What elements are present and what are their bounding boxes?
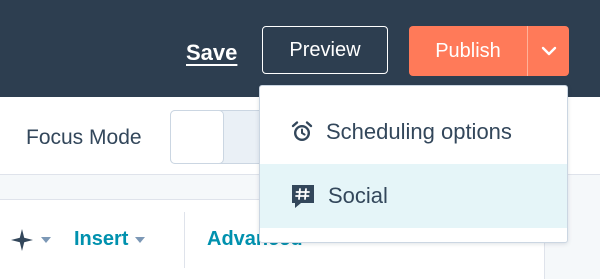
sparkle-icon [10,228,34,252]
hashtag-chat-icon [290,183,316,209]
menu-item-scheduling-options[interactable]: Scheduling options [260,100,567,164]
publish-options-dropdown-button[interactable] [528,26,569,76]
chevron-down-icon [541,46,557,56]
toggle-knob [170,110,224,164]
alarm-clock-icon [290,120,314,144]
ai-assist-button[interactable] [10,228,52,252]
focus-mode-label: Focus Mode [26,126,142,149]
preview-button[interactable]: Preview [262,26,388,74]
menu-item-label: Social [328,183,388,208]
toolbar-divider [184,212,185,268]
menu-item-social[interactable]: Social [260,164,567,228]
preview-button-label: Preview [289,38,361,61]
caret-down-icon [40,236,52,244]
save-button[interactable]: Save [186,40,237,66]
insert-label: Insert [74,228,129,250]
caret-down-icon [134,236,146,244]
insert-menu-button[interactable]: Insert [74,228,146,251]
menu-item-label: Scheduling options [326,119,512,144]
publish-button[interactable]: Publish [409,26,527,76]
publish-button-group: Publish [409,26,569,76]
publish-button-label: Publish [435,39,501,62]
publish-options-menu: Scheduling options Social [259,85,568,243]
